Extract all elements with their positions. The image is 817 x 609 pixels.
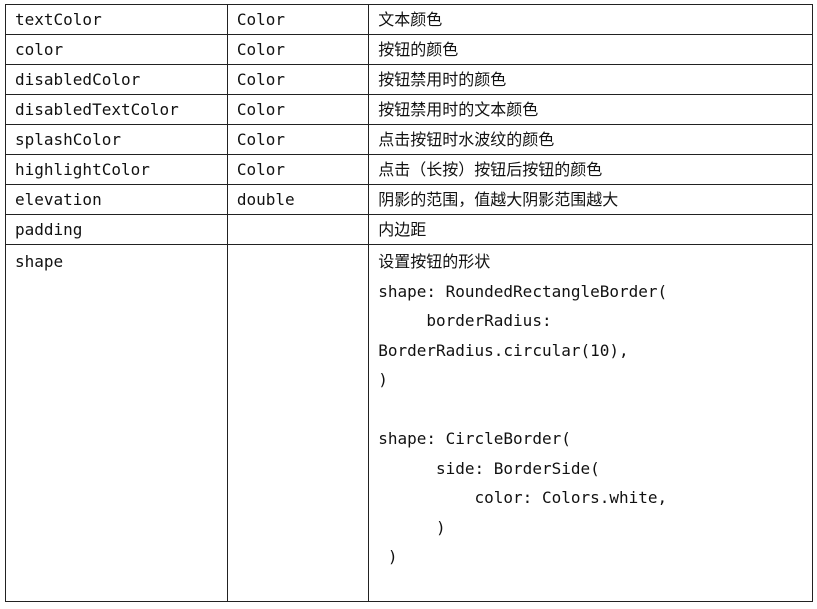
- property-name: disabledColor: [5, 64, 228, 95]
- property-name: padding: [5, 214, 228, 245]
- table-row: textColor Color 文本颜色: [5, 4, 813, 35]
- code-line: shape: RoundedRectangleBorder(: [378, 281, 668, 301]
- property-name: splashColor: [5, 124, 228, 155]
- properties-table: textColor Color 文本颜色 color Color 按钮的颜色 d…: [5, 4, 813, 602]
- property-type: Color: [226, 64, 370, 95]
- code-line: ): [378, 547, 398, 566]
- code-line: BorderRadius.circular(10),: [378, 340, 629, 360]
- property-type: Color: [226, 34, 370, 65]
- property-description-code: 设置按钮的形状 shape: RoundedRectangleBorder( b…: [368, 244, 813, 602]
- code-example: 设置按钮的形状 shape: RoundedRectangleBorder( b…: [378, 247, 803, 572]
- property-type: [226, 244, 370, 602]
- code-line: ): [378, 370, 388, 389]
- code-line: shape: CircleBorder(: [378, 429, 571, 448]
- table-row: disabledColor Color 按钮禁用时的颜色: [5, 64, 813, 95]
- property-type: Color: [226, 124, 370, 155]
- table-row: splashColor Color 点击按钮时水波纹的颜色: [5, 124, 813, 155]
- code-line: ): [378, 517, 446, 537]
- table-row: elevation double 阴影的范围，值越大阴影范围越大: [5, 184, 813, 215]
- property-type: [226, 214, 370, 245]
- property-description: 按钮的颜色: [368, 34, 813, 65]
- property-description: 按钮禁用时的颜色: [368, 64, 813, 95]
- property-description: 内边距: [368, 214, 813, 245]
- property-name: textColor: [5, 4, 228, 35]
- property-type: double: [226, 184, 370, 215]
- property-description: 阴影的范围，值越大阴影范围越大: [368, 184, 813, 215]
- property-type: Color: [226, 94, 370, 125]
- property-type: Color: [226, 4, 370, 35]
- property-description: 点击（长按）按钮后按钮的颜色: [368, 154, 813, 185]
- code-line: side: BorderSide(: [378, 458, 600, 478]
- property-description: 文本颜色: [368, 4, 813, 35]
- code-line: color: Colors.white,: [378, 488, 668, 507]
- table-row-shape: shape 设置按钮的形状 shape: RoundedRectangleBor…: [5, 244, 813, 602]
- table-row: color Color 按钮的颜色: [5, 34, 813, 65]
- table-row: highlightColor Color 点击（长按）按钮后按钮的颜色: [5, 154, 813, 185]
- property-name: disabledTextColor: [5, 94, 228, 125]
- property-description: 点击按钮时水波纹的颜色: [368, 124, 813, 155]
- property-name: elevation: [5, 184, 228, 215]
- table-row: disabledTextColor Color 按钮禁用时的文本颜色: [5, 94, 813, 125]
- property-name: color: [5, 34, 228, 65]
- property-name: shape: [5, 244, 228, 602]
- table-row: padding 内边距: [5, 214, 813, 245]
- code-line: 设置按钮的形状: [378, 252, 491, 271]
- property-type: Color: [226, 154, 370, 185]
- property-name: highlightColor: [5, 154, 228, 185]
- code-line: borderRadius:: [378, 311, 552, 330]
- property-description: 按钮禁用时的文本颜色: [368, 94, 813, 125]
